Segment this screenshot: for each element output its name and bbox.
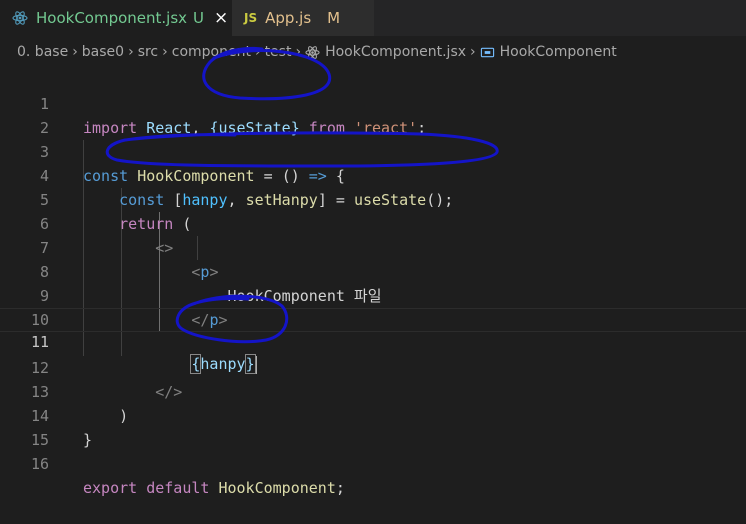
react-icon (12, 10, 28, 26)
code-line: 16 export default HookComponent; (0, 428, 746, 497)
code-line-current: 11 {hanpy} (0, 308, 746, 374)
breadcrumb: 0. base › base0 › src › component › test… (0, 36, 746, 68)
tab-hookcomponent[interactable]: HookComponent.jsx U × (0, 0, 232, 36)
code-line: 12 </> (0, 332, 746, 401)
chevron-right-icon: › (254, 44, 261, 60)
js-icon: JS (244, 11, 258, 25)
react-icon (305, 45, 320, 60)
breadcrumb-item-base0[interactable]: base0 (82, 44, 124, 60)
code-line: 14 } (0, 380, 746, 449)
token: default (146, 479, 210, 497)
breadcrumb-item-component[interactable]: component (172, 44, 251, 60)
tab-app-js[interactable]: JS App.js M (232, 0, 374, 36)
tab-label: HookComponent.jsx (36, 9, 188, 27)
code-line: 5 return ( (0, 164, 746, 233)
code-line: 8 HookComponent 파일 (0, 236, 746, 305)
breadcrumb-item-base[interactable]: 0. base (17, 44, 68, 60)
code-line: 15 (0, 404, 746, 449)
code-line: 10 (0, 284, 746, 329)
chevron-right-icon: › (128, 44, 134, 60)
chevron-right-icon: › (162, 44, 168, 60)
code-line: 3 const HookComponent = () => { (0, 116, 746, 185)
close-icon[interactable]: × (214, 8, 228, 28)
line-number: 16 (30, 455, 49, 473)
untracked-badge: U (193, 9, 205, 27)
tab-label: App.js (265, 9, 312, 27)
code-line: 13 ) (0, 356, 746, 425)
code-line: 1 import React, {useState} from 'react'; (0, 68, 746, 137)
code-editor[interactable]: 1 import React, {useState} from 'react';… (0, 68, 746, 497)
breadcrumb-item-symbol[interactable]: HookComponent (500, 44, 617, 60)
token: export (83, 479, 138, 497)
code-line: 4 const [hanpy, setHanpy] = useState(); (0, 140, 746, 209)
breadcrumb-item-test[interactable]: test (265, 44, 292, 60)
modified-badge: M (327, 9, 341, 27)
chevron-right-icon: › (295, 44, 302, 60)
code-line: 9 </p> (0, 260, 746, 329)
symbol-variable-icon (480, 45, 495, 60)
breadcrumb-item-file[interactable]: HookComponent.jsx (325, 44, 466, 60)
code-line: 6 <> (0, 188, 746, 257)
chevron-right-icon: › (470, 44, 476, 60)
token: HookComponent (218, 479, 336, 497)
breadcrumb-item-src[interactable]: src (138, 44, 158, 60)
chevron-right-icon: › (72, 44, 78, 60)
code-line: 7 <p> (0, 212, 746, 281)
tab-bar: HookComponent.jsx U × JS App.js M (0, 0, 746, 36)
token: ; (335, 479, 345, 497)
code-line: 2 (0, 92, 746, 137)
